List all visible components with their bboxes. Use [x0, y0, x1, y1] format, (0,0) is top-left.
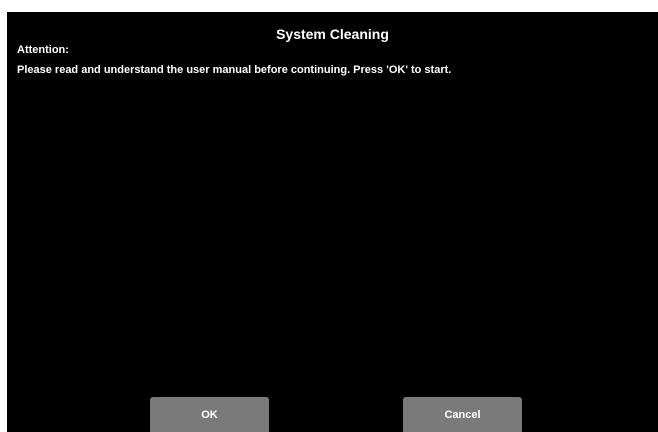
- ok-button[interactable]: OK: [150, 397, 269, 432]
- attention-label: Attention:: [17, 44, 69, 56]
- cancel-button[interactable]: Cancel: [403, 397, 522, 432]
- dialog-title: System Cleaning: [276, 26, 389, 42]
- instruction-message: Please read and understand the user manu…: [17, 64, 452, 76]
- system-cleaning-screen: System Cleaning Attention: Please read a…: [7, 12, 658, 432]
